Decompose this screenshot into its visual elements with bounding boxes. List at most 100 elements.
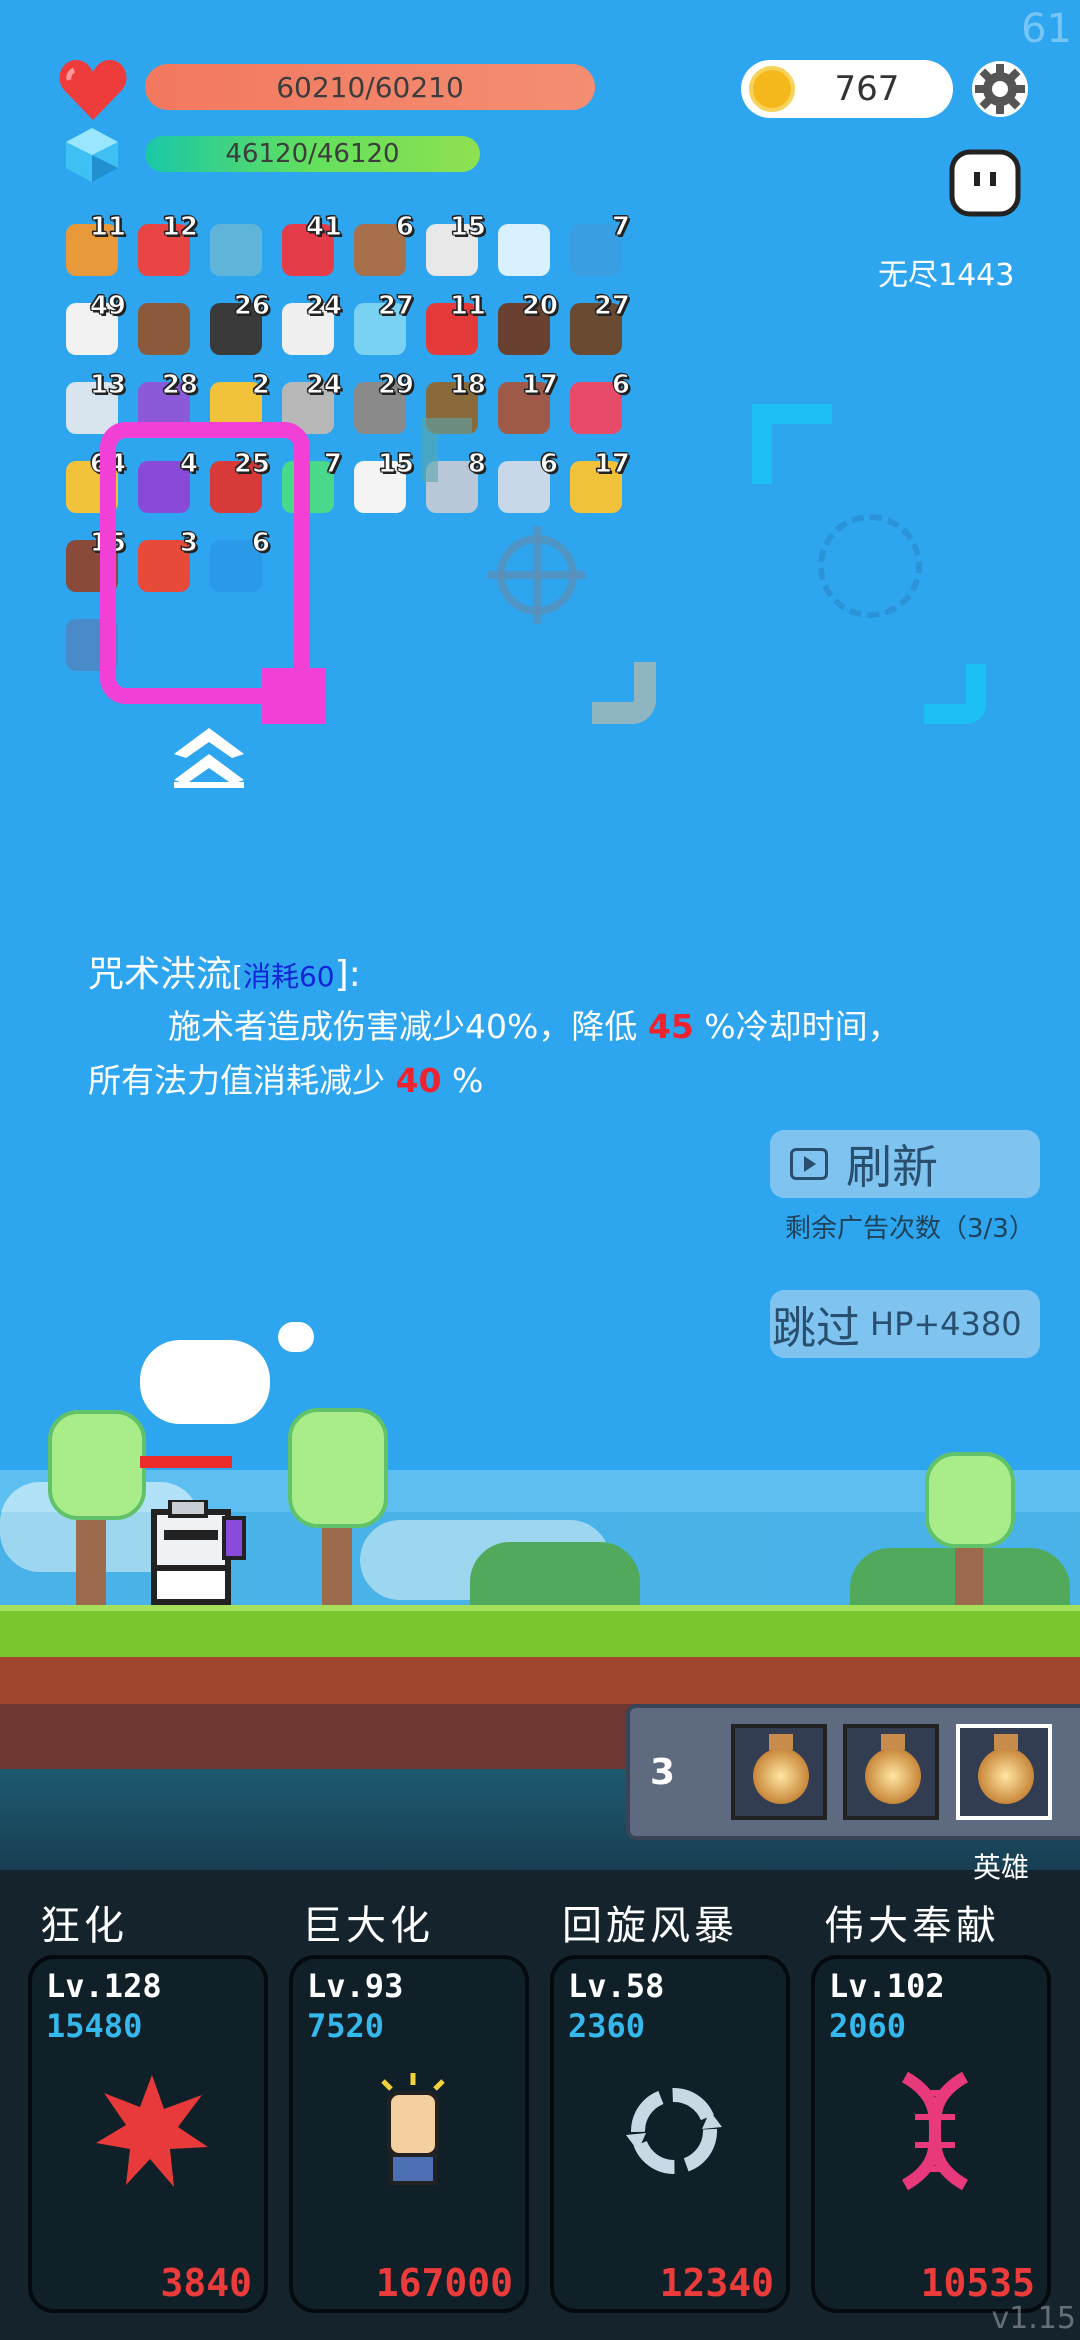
inventory-empty-slot [350,534,410,594]
knight-hero-icon [140,1498,250,1606]
ability-name-1: 狂化 [40,1903,128,1949]
item-count: 11 [449,291,486,322]
ability-level: Lv.128 [46,1967,162,2005]
item-count: 7 [323,449,342,480]
endless-stage-label: 无尽1443 [878,258,1015,293]
potion-flask-icon [865,1748,921,1804]
item-count: 15 [377,449,414,480]
rage-splash-icon [92,2071,212,2191]
ability-level: Lv.58 [568,1967,665,2005]
ability-cost: 2360 [568,2007,646,2045]
bracket-top-left [752,404,832,484]
item-count: 24 [305,291,342,322]
inventory-item[interactable]: 15 [422,212,487,278]
inventory-item[interactable]: 26 [206,291,271,357]
inventory-item[interactable] [494,218,554,278]
inventory-item[interactable]: 7 [566,212,631,278]
inventory-item[interactable]: 17 [494,370,559,436]
coin-counter: 767 [741,60,953,118]
skill-desc-line2b: % [451,1061,484,1100]
ability-cost: 7520 [307,2007,385,2045]
refresh-button[interactable]: 刷新 [770,1130,1040,1198]
magnifier-icon [210,224,262,276]
skill-desc-line1a: 施术者造成伤害减少40%，降低 [168,1007,638,1046]
enemy-hp-bar [140,1456,232,1468]
ability-card-rage[interactable]: Lv.128 15480 3840 [28,1955,268,2313]
skip-label: 跳过 [772,1303,860,1354]
item-count: 28 [161,370,198,401]
inventory-item[interactable] [206,218,266,278]
inventory-item[interactable]: 29 [350,370,415,436]
skill-description: 施术者造成伤害减少40%，降低 45 %冷却时间， 所有法力值消耗减少 40 % [88,1000,1048,1108]
treasure-chest-icon [138,303,190,355]
skip-bonus: HP+4380 [870,1305,1022,1343]
skill-desc-cooldown-value: 45 [647,1007,694,1046]
skip-button[interactable]: 跳过 HP+4380 [770,1290,1040,1358]
ability-name-4: 伟大奉献 [824,1903,1000,1949]
item-count: 2 [251,370,270,401]
skill-desc-mana-value: 40 [395,1061,442,1100]
inventory-item[interactable]: 15 [350,449,415,515]
refresh-label: 刷新 [846,1140,938,1194]
video-ad-icon [790,1148,828,1180]
mana-crystal-icon [66,128,118,182]
skill-cost-open: [ [232,960,243,993]
ability-card-giant[interactable]: Lv.93 7520 167000 [289,1955,529,2313]
whirlwind-icon [614,2071,734,2191]
skill-cost: 消耗60 [242,960,335,993]
inventory-item[interactable]: 6 [494,449,559,515]
crosshair-white-icon [498,224,550,276]
ability-cost: 15480 [46,2007,143,2045]
potion-flask-icon [753,1748,809,1804]
collapse-chevron-icon[interactable] [174,728,244,788]
ghost-companion-icon[interactable] [948,148,1022,218]
inventory-item[interactable]: 11 [62,212,127,278]
inventory-item[interactable]: 24 [278,291,343,357]
ability-price: 3840 [160,2261,252,2305]
item-count: 18 [449,370,486,401]
inventory-item[interactable]: 12 [134,212,199,278]
potion-slot-3[interactable] [956,1724,1052,1820]
item-count: 27 [377,291,414,322]
inventory-item[interactable]: 6 [350,212,415,278]
bracket-bottom-left [592,662,656,724]
hp-bar: 60210/60210 [145,64,595,110]
item-count: 11 [89,212,126,243]
item-count: 49 [89,291,126,322]
ability-card-whirlwind[interactable]: Lv.58 2360 12340 [550,1955,790,2313]
inventory-item[interactable]: 11 [422,291,487,357]
inventory-item[interactable]: 27 [566,291,631,357]
inventory-item[interactable]: 20 [494,291,559,357]
bracket-left-mid [422,418,472,482]
potion-slot-2[interactable] [843,1724,939,1820]
ability-price: 12340 [659,2261,774,2305]
item-selection-frame [100,422,310,704]
mp-bar: 46120/46120 [145,136,480,172]
inventory-item[interactable]: 17 [566,449,631,515]
inventory-item[interactable]: 27 [350,291,415,357]
heart-icon [58,58,128,122]
ability-card-devotion[interactable]: Lv.102 2060 10535 [811,1955,1051,2313]
potion-slot-1[interactable] [731,1724,827,1820]
bracket-bottom-right [924,664,986,724]
potion-flask-icon [978,1748,1034,1804]
item-count: 15 [449,212,486,243]
item-count: 24 [305,370,342,401]
item-count: 27 [593,291,630,322]
inventory-empty-slot [422,534,482,594]
tree-top [48,1410,146,1520]
inventory-item[interactable]: 6 [566,370,631,436]
inventory-item[interactable]: 49 [62,291,127,357]
ability-level: Lv.93 [307,1967,404,2005]
tree-top [925,1452,1015,1548]
item-count: 17 [521,370,558,401]
grass-ground [0,1605,1080,1657]
item-count: 7 [611,212,630,243]
item-count: 6 [395,212,414,243]
ability-name-2: 巨大化 [302,1903,434,1949]
bush [470,1542,640,1610]
settings-gear-icon[interactable] [969,58,1031,120]
dna-icon [875,2071,995,2191]
inventory-item[interactable]: 41 [278,212,343,278]
inventory-item[interactable] [134,297,194,357]
